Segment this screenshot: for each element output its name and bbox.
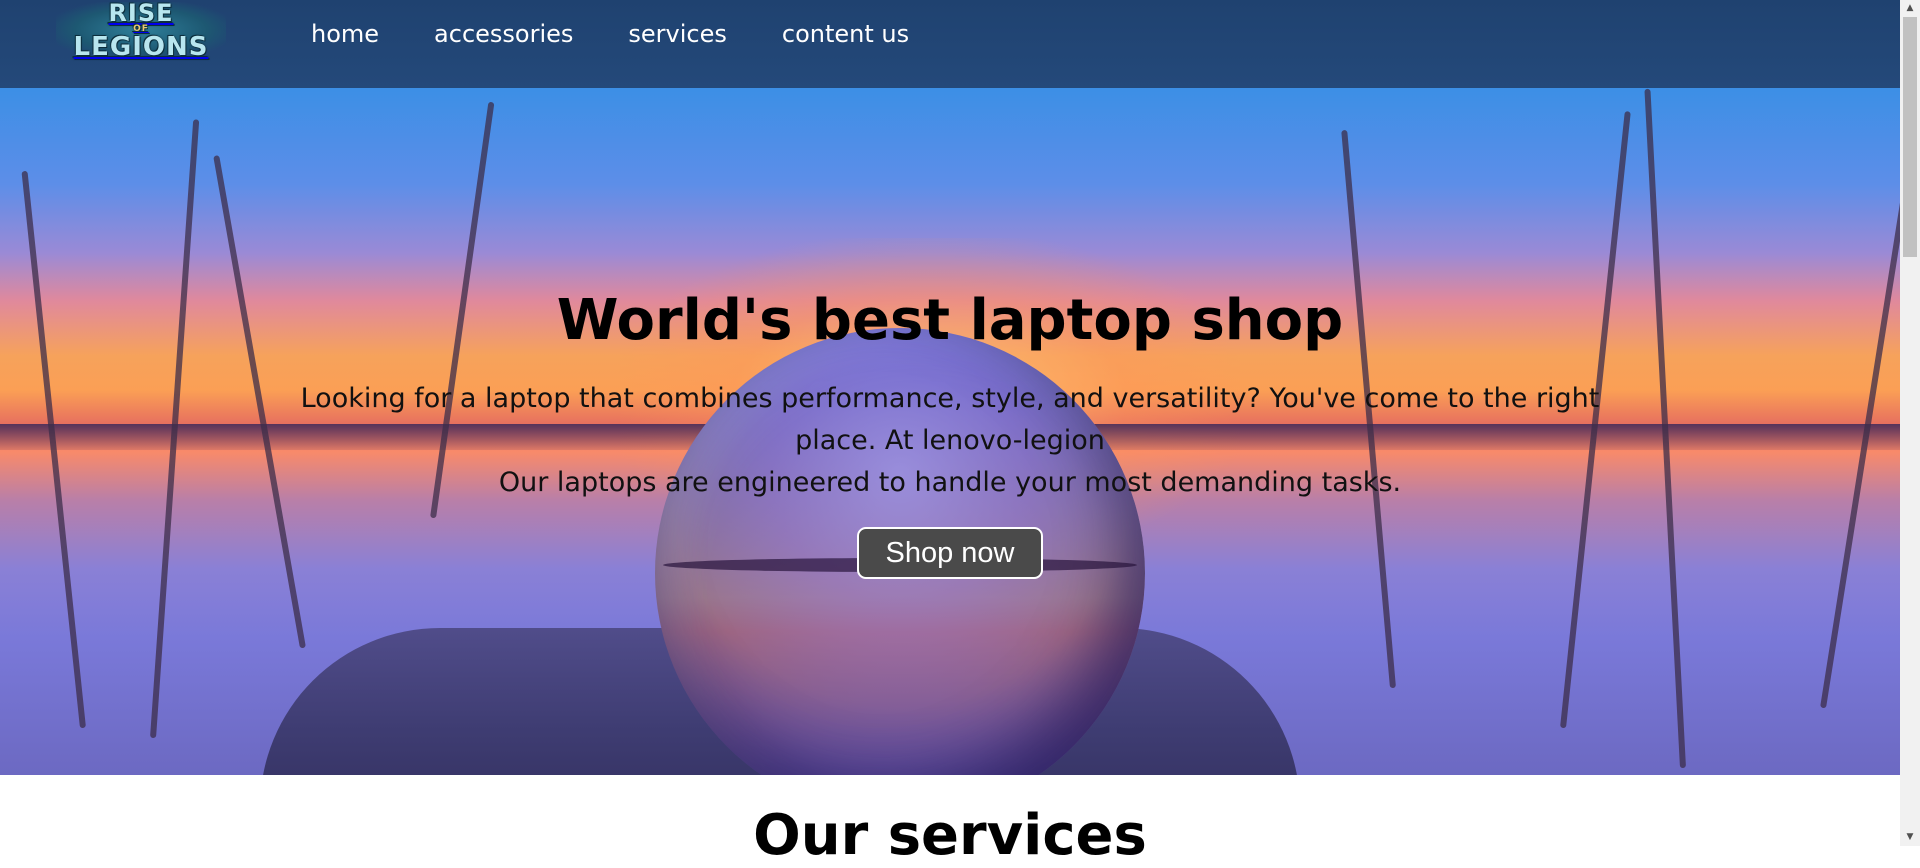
nav-link-home[interactable]: home bbox=[311, 18, 379, 50]
vertical-scrollbar[interactable]: ▲ ▼ bbox=[1900, 0, 1920, 846]
nav-link-accessories[interactable]: accessories bbox=[434, 18, 573, 50]
logo-text-legions: LEGIONS bbox=[73, 31, 209, 62]
nav-link-services[interactable]: services bbox=[628, 18, 726, 50]
hero-description-line-2: Our laptops are engineered to handle you… bbox=[498, 467, 1402, 498]
scroll-down-arrow-icon[interactable]: ▼ bbox=[1900, 829, 1920, 846]
hero-description-line-1: Looking for a laptop that combines perfo… bbox=[300, 383, 1600, 456]
scrollbar-thumb[interactable] bbox=[1903, 17, 1917, 257]
services-heading: Our services bbox=[753, 803, 1147, 868]
nav-links: home accessories services content us bbox=[311, 18, 964, 50]
logo-text-rise: RISE bbox=[108, 0, 174, 27]
hero-description: Looking for a laptop that combines perfo… bbox=[300, 378, 1600, 504]
hero-title: World's best laptop shop bbox=[556, 288, 1344, 353]
top-navbar: RISE OF LEGIONS home accessories service… bbox=[0, 0, 1900, 88]
nav-link-content-us[interactable]: content us bbox=[782, 18, 909, 50]
scroll-up-arrow-icon[interactable]: ▲ bbox=[1900, 0, 1920, 17]
shop-now-button[interactable]: Shop now bbox=[857, 527, 1043, 579]
hero-section: World's best laptop shop Looking for a l… bbox=[0, 88, 1900, 775]
site-logo[interactable]: RISE OF LEGIONS bbox=[56, 0, 226, 62]
hero-content: World's best laptop shop Looking for a l… bbox=[0, 88, 1900, 775]
